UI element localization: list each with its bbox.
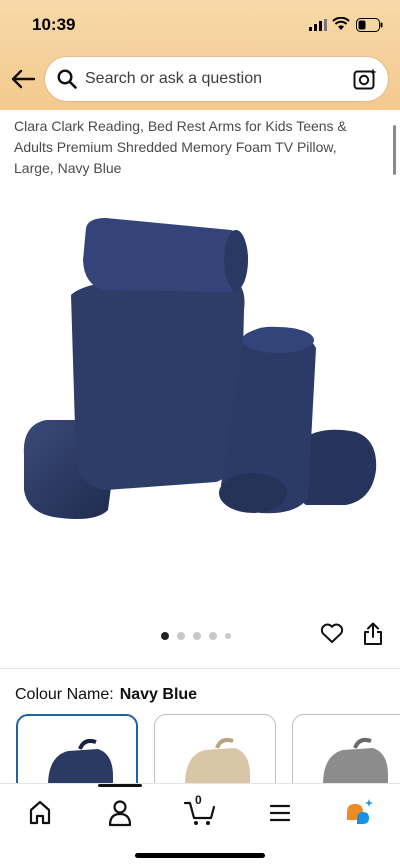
swatch-beige[interactable] bbox=[154, 714, 276, 786]
share-icon[interactable] bbox=[363, 622, 383, 646]
scrollbar[interactable] bbox=[393, 125, 396, 175]
account-icon[interactable] bbox=[100, 796, 140, 828]
menu-icon[interactable] bbox=[260, 796, 300, 828]
cart-button[interactable]: 0 bbox=[180, 793, 220, 828]
signal-icon bbox=[309, 19, 327, 31]
wishlist-heart-icon[interactable] bbox=[320, 622, 344, 644]
image-pagination[interactable] bbox=[161, 631, 231, 641]
colour-swatches bbox=[16, 714, 400, 786]
camera-search-icon[interactable] bbox=[353, 68, 377, 90]
colour-label: Colour Name: bbox=[15, 686, 114, 703]
cart-count: 0 bbox=[195, 793, 202, 807]
header: 10:39 Search or ask a question bbox=[0, 0, 400, 110]
rufus-icon[interactable] bbox=[340, 796, 380, 828]
search-input[interactable]: Search or ask a question bbox=[85, 70, 262, 88]
pagination-dot[interactable] bbox=[225, 633, 231, 639]
section-divider bbox=[0, 668, 400, 669]
pagination-dot[interactable] bbox=[193, 632, 201, 640]
battery-icon bbox=[356, 18, 383, 32]
swatch-grey[interactable] bbox=[292, 714, 400, 786]
pagination-dot[interactable] bbox=[209, 632, 217, 640]
beige-pillow-thumb-icon bbox=[185, 737, 250, 786]
home-indicator bbox=[135, 853, 265, 858]
back-arrow-icon[interactable] bbox=[10, 68, 36, 90]
search-icon bbox=[57, 69, 77, 89]
swatch-navy[interactable] bbox=[16, 714, 138, 786]
active-tab-indicator bbox=[98, 784, 142, 787]
colour-name-row: Colour Name: Navy Blue bbox=[15, 686, 197, 704]
home-icon[interactable] bbox=[20, 796, 60, 828]
pagination-dot[interactable] bbox=[161, 632, 169, 640]
wifi-icon bbox=[332, 17, 350, 30]
product-title: Clara Clark Reading, Bed Rest Arms for K… bbox=[14, 118, 347, 176]
navy-pillow-thumb-icon bbox=[48, 738, 113, 786]
product-image[interactable] bbox=[16, 200, 386, 540]
grey-pillow-thumb-icon bbox=[323, 737, 388, 786]
status-time: 10:39 bbox=[32, 15, 76, 34]
colour-selected-value: Navy Blue bbox=[119, 686, 198, 703]
pagination-dot[interactable] bbox=[177, 632, 185, 640]
status-bar: 10:39 bbox=[0, 12, 400, 40]
search-bar[interactable]: Search or ask a question bbox=[45, 57, 388, 101]
